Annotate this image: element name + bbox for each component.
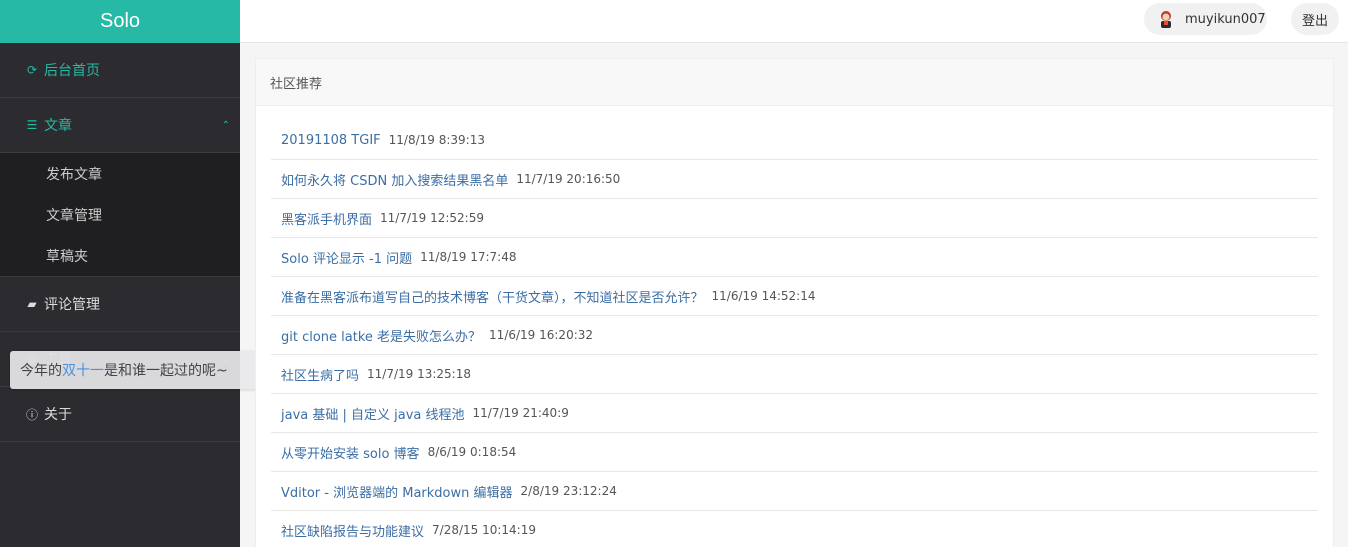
list-item: java 基础 | 自定义 java 线程池 11/7/19 21:40:9 bbox=[271, 394, 1318, 433]
post-time: 11/7/19 21:40:9 bbox=[472, 406, 569, 420]
post-link[interactable]: git clone latke 老是失败怎么办？ bbox=[281, 326, 481, 345]
list-item: 如何永久将 CSDN 加入搜索结果黑名单 11/7/19 20:16:50 bbox=[271, 160, 1318, 199]
list-item: 社区生病了吗 11/7/19 13:25:18 bbox=[271, 355, 1318, 394]
top-bar: muyikun007 登出 bbox=[240, 0, 1348, 43]
post-time: 8/6/19 0:18:54 bbox=[427, 445, 517, 459]
toast-prefix: 今年的 bbox=[20, 363, 62, 379]
post-link[interactable]: 社区生病了吗 bbox=[281, 365, 359, 384]
list-icon: ☰ bbox=[26, 118, 38, 132]
list-item: 社区缺陷报告与功能建议 7/28/15 10:14:19 bbox=[271, 511, 1318, 547]
list-item: git clone latke 老是失败怎么办？ 11/6/19 16:20:32 bbox=[271, 316, 1318, 355]
sidebar-item-manage[interactable]: 文章管理 bbox=[0, 194, 240, 235]
toast-highlight[interactable]: 双十一 bbox=[62, 360, 104, 380]
community-panel: 社区推荐 20191108 TGIF 11/8/19 8:39:13 如何永久将 … bbox=[255, 58, 1334, 547]
post-time: 7/28/15 10:14:19 bbox=[432, 523, 536, 537]
sidebar-item-home[interactable]: ⟳ 后台首页 bbox=[0, 43, 240, 98]
list-item: 黑客派手机界面 11/7/19 12:52:59 bbox=[271, 199, 1318, 238]
post-link[interactable]: Solo 评论显示 -1 问题 bbox=[281, 248, 412, 267]
post-link[interactable]: java 基础 | 自定义 java 线程池 bbox=[281, 404, 465, 423]
post-link[interactable]: 黑客派手机界面 bbox=[281, 209, 372, 228]
sidebar-item-drafts[interactable]: 草稿夹 bbox=[0, 235, 240, 276]
sidebar-item-articles[interactable]: ☰ 文章 ⌃ bbox=[0, 98, 240, 153]
post-time: 11/6/19 16:20:32 bbox=[489, 328, 594, 342]
list-item: 从零开始安装 solo 博客 8/6/19 0:18:54 bbox=[271, 433, 1318, 472]
sidebar-item-publish[interactable]: 发布文章 bbox=[0, 153, 240, 194]
sidebar-submenu-articles: 发布文章 文章管理 草稿夹 bbox=[0, 153, 240, 277]
sidebar-item-label: 文章 bbox=[44, 118, 72, 134]
sidebar-item-comments[interactable]: ▰ 评论管理 bbox=[0, 277, 240, 332]
toast-suffix: 是和谁一起过的呢~ bbox=[104, 363, 228, 379]
panel-title: 社区推荐 bbox=[256, 59, 1333, 106]
username: muyikun007 bbox=[1185, 11, 1266, 27]
logout-button[interactable]: 登出 bbox=[1291, 3, 1339, 35]
sidebar-item-label: 后台首页 bbox=[44, 63, 100, 79]
app-logo[interactable]: Solo bbox=[0, 0, 240, 43]
info-icon: ⓘ bbox=[25, 407, 38, 422]
post-time: 2/8/19 23:12:24 bbox=[520, 484, 617, 498]
list-item: Vditor - 浏览器端的 Markdown 编辑器 2/8/19 23:12:… bbox=[271, 472, 1318, 511]
post-link[interactable]: 社区缺陷报告与功能建议 bbox=[281, 521, 424, 540]
post-time: 11/8/19 8:39:13 bbox=[388, 133, 485, 147]
post-link[interactable]: 从零开始安装 solo 博客 bbox=[281, 443, 420, 462]
post-time: 11/7/19 12:52:59 bbox=[380, 211, 484, 225]
sidebar: Solo ⟳ 后台首页 ☰ 文章 ⌃ 发布文章 文章管理 草稿夹 ▰ 评论管理 … bbox=[0, 0, 240, 547]
list-item: Solo 评论显示 -1 问题 11/8/19 17:7:48 bbox=[271, 238, 1318, 277]
refresh-icon: ⟳ bbox=[26, 63, 38, 77]
chevron-up-icon: ⌃ bbox=[221, 119, 230, 131]
list-item: 20191108 TGIF 11/8/19 8:39:13 bbox=[271, 121, 1318, 160]
post-link[interactable]: Vditor - 浏览器端的 Markdown 编辑器 bbox=[281, 482, 513, 501]
post-time: 11/7/19 13:25:18 bbox=[367, 367, 471, 381]
user-menu[interactable]: muyikun007 bbox=[1144, 3, 1267, 35]
sidebar-item-label: 关于 bbox=[44, 407, 72, 423]
sidebar-item-about[interactable]: ⓘ 关于 bbox=[0, 387, 240, 442]
post-time: 11/7/19 20:16:50 bbox=[516, 172, 621, 186]
comments-icon: ▰ bbox=[27, 297, 37, 311]
greeting-toast: 今年的 双十一 是和谁一起过的呢~ bbox=[10, 351, 270, 389]
post-link[interactable]: 20191108 TGIF bbox=[281, 133, 381, 148]
avatar bbox=[1157, 9, 1175, 29]
recommend-list: 20191108 TGIF 11/8/19 8:39:13 如何永久将 CSDN … bbox=[256, 106, 1333, 547]
post-time: 11/6/19 14:52:14 bbox=[711, 289, 816, 303]
sidebar-item-label: 评论管理 bbox=[44, 297, 100, 313]
post-link[interactable]: 如何永久将 CSDN 加入搜索结果黑名单 bbox=[281, 170, 508, 189]
post-time: 11/8/19 17:7:48 bbox=[420, 250, 517, 264]
list-item: 准备在黑客派布道写自己的技术博客（干货文章），不知道社区是否允许？ 11/6/19… bbox=[271, 277, 1318, 316]
post-link[interactable]: 准备在黑客派布道写自己的技术博客（干货文章），不知道社区是否允许？ bbox=[281, 287, 704, 306]
